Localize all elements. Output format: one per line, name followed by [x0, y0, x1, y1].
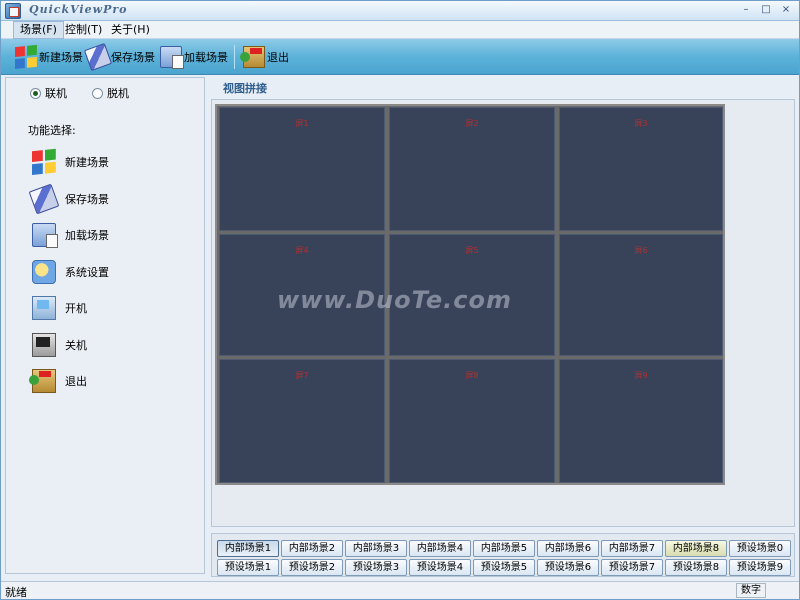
- online-radio-label: 联机: [45, 87, 67, 100]
- screen-cell-label: 屏6: [634, 246, 648, 255]
- minimize-button[interactable]: –: [737, 3, 755, 18]
- toolbar-exit-label: 退出: [267, 51, 289, 64]
- preset-scene-button-1[interactable]: 预设场景1: [217, 559, 279, 576]
- screen-cell-6[interactable]: 屏6: [559, 234, 723, 356]
- preset-scene-button-5[interactable]: 预设场景5: [473, 559, 535, 576]
- offline-radio[interactable]: 脱机: [92, 85, 129, 101]
- screen-cell-4[interactable]: 屏4: [219, 234, 385, 356]
- function-title: 功能选择:: [28, 124, 76, 137]
- close-button[interactable]: ×: [777, 3, 795, 18]
- preset-scene-button-2[interactable]: 预设场景2: [281, 559, 343, 576]
- internal-scene-button-5[interactable]: 内部场景5: [473, 540, 535, 557]
- screen-cell-8[interactable]: 屏8: [389, 359, 555, 483]
- func-power-on-label: 开机: [65, 302, 87, 315]
- screen-cell-label: 屏9: [634, 371, 648, 380]
- numlock-indicator: 数字: [736, 583, 766, 598]
- screen-cell-9[interactable]: 屏9: [559, 359, 723, 483]
- app-icon[interactable]: [5, 3, 21, 19]
- screen-cell-label: 屏3: [634, 119, 648, 128]
- preset-scene-button-8[interactable]: 预设场景8: [665, 559, 727, 576]
- func-power-off[interactable]: 关机: [32, 331, 87, 359]
- preset-scene-button-4[interactable]: 预设场景4: [409, 559, 471, 576]
- screen-cell-7[interactable]: 屏7: [219, 359, 385, 483]
- internal-scene-button-4[interactable]: 内部场景4: [409, 540, 471, 557]
- screen-cell-3[interactable]: 屏3: [559, 107, 723, 231]
- offline-radio-label: 脱机: [107, 87, 129, 100]
- func-power-on[interactable]: 开机: [32, 294, 87, 322]
- toolbar-save-scene-button[interactable]: 保存场景: [83, 42, 155, 72]
- func-power-off-label: 关机: [65, 339, 87, 352]
- screen-cell-1[interactable]: 屏1: [219, 107, 385, 231]
- screen-cell-label: 屏5: [465, 246, 479, 255]
- toolbar-load-scene-label: 加载场景: [184, 51, 228, 64]
- exit-icon: [29, 369, 56, 393]
- screen-grid: 屏1 屏2 屏3 屏4 屏5 屏6 屏7 屏8 屏9: [215, 104, 725, 485]
- window-title: QuickViewPro: [29, 3, 128, 16]
- save-scene-icon: [28, 183, 60, 215]
- toolbar-exit-button[interactable]: 退出: [240, 44, 289, 70]
- online-radio[interactable]: 联机: [30, 85, 67, 101]
- func-save-scene-label: 保存场景: [65, 193, 109, 206]
- screen-cell-label: 屏1: [295, 119, 309, 128]
- internal-scene-button-7[interactable]: 内部场景7: [601, 540, 663, 557]
- func-settings[interactable]: 系统设置: [32, 258, 109, 286]
- func-new-scene[interactable]: 新建场景: [32, 148, 109, 176]
- new-scene-icon: [32, 148, 56, 176]
- power-on-icon: [32, 296, 56, 320]
- preset-scene-button-3[interactable]: 预设场景3: [345, 559, 407, 576]
- menu-about[interactable]: 关于(H): [105, 21, 156, 39]
- left-panel: 联机 脱机 功能选择: 新建场景 保存场景 加载场景 系统设置 开机 关机 退出: [5, 77, 205, 574]
- internal-scene-button-1[interactable]: 内部场景1: [217, 540, 279, 557]
- toolbar: 新建场景 保存场景 加载场景 退出: [1, 39, 799, 75]
- save-scene-icon: [83, 42, 113, 72]
- screen-cell-5[interactable]: 屏5: [389, 234, 555, 356]
- toolbar-new-scene-label: 新建场景: [39, 51, 83, 64]
- status-text: 就绪: [5, 586, 27, 599]
- screen-cell-label: 屏4: [295, 246, 309, 255]
- func-load-scene-label: 加载场景: [65, 229, 109, 242]
- title-bar: QuickViewPro – □ ×: [1, 1, 799, 21]
- exit-icon: [240, 46, 265, 68]
- settings-icon: [32, 260, 56, 284]
- toolbar-load-scene-button[interactable]: 加载场景: [160, 44, 228, 70]
- internal-scene-button-6[interactable]: 内部场景6: [537, 540, 599, 557]
- power-off-icon: [32, 333, 56, 357]
- menu-bar: 场景(F) 控制(T) 关于(H): [1, 21, 799, 39]
- func-exit[interactable]: 退出: [29, 367, 87, 395]
- preset-scene-button-0[interactable]: 预设场景0: [729, 540, 791, 557]
- preset-scene-button-9[interactable]: 预设场景9: [729, 559, 791, 576]
- screen-cell-label: 屏7: [295, 371, 309, 380]
- screen-cell-label: 屏2: [465, 119, 479, 128]
- offline-radio-dot[interactable]: [92, 87, 103, 99]
- preset-scene-button-6[interactable]: 预设场景6: [537, 559, 599, 576]
- view-title: 视图拼接: [223, 82, 267, 95]
- func-new-scene-label: 新建场景: [65, 156, 109, 169]
- toolbar-new-scene-button[interactable]: 新建场景: [15, 44, 83, 70]
- func-exit-label: 退出: [65, 375, 87, 388]
- load-scene-icon: [160, 46, 184, 69]
- menu-scene[interactable]: 场景(F): [13, 21, 64, 39]
- internal-scene-button-2[interactable]: 内部场景2: [281, 540, 343, 557]
- internal-scene-button-3[interactable]: 内部场景3: [345, 540, 407, 557]
- preset-scene-button-7[interactable]: 预设场景7: [601, 559, 663, 576]
- maximize-button[interactable]: □: [757, 3, 775, 18]
- menu-control[interactable]: 控制(T): [59, 21, 108, 39]
- internal-scene-button-8[interactable]: 内部场景8: [665, 540, 727, 557]
- func-load-scene[interactable]: 加载场景: [32, 221, 109, 249]
- load-scene-icon: [32, 223, 58, 248]
- online-radio-dot[interactable]: [30, 87, 41, 99]
- func-settings-label: 系统设置: [65, 266, 109, 279]
- status-bar: 就绪 数字: [1, 581, 799, 599]
- screen-cell-2[interactable]: 屏2: [389, 107, 555, 231]
- toolbar-separator: [234, 45, 235, 69]
- screen-cell-label: 屏8: [465, 371, 479, 380]
- app-window: QuickViewPro – □ × 场景(F) 控制(T) 关于(H) 新建场…: [0, 0, 800, 600]
- new-scene-icon: [15, 44, 37, 70]
- func-save-scene[interactable]: 保存场景: [28, 183, 109, 215]
- toolbar-save-scene-label: 保存场景: [111, 51, 155, 64]
